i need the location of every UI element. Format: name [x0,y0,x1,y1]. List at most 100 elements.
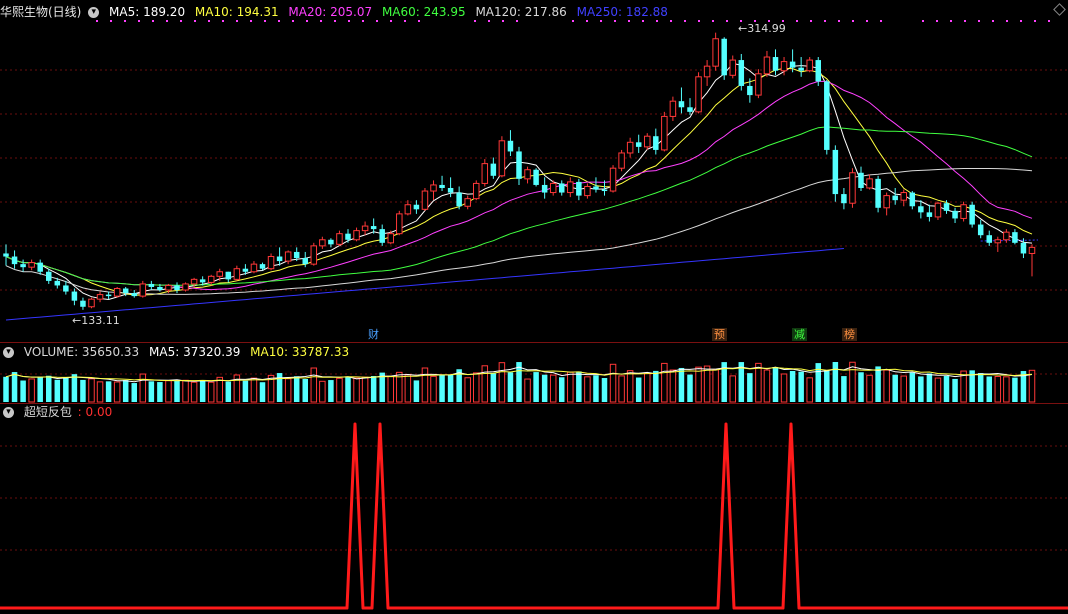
signal-dot [180,20,182,22]
signal-dot [390,20,392,22]
candle-body [1020,242,1027,254]
candle-body [567,181,574,194]
candle-body [789,61,796,68]
volume-label: VOLUME: 35650.33 [23,345,140,359]
signal-dot [124,20,126,22]
signal-dot [712,20,714,22]
candle-body [276,256,283,262]
price-panel-header: 华熙生物(日线) ▾ MA5: 189.20 MA10: 194.31 MA20… [0,4,674,20]
volume-bar [63,377,69,402]
signal-dot [628,20,630,22]
candle-body [88,298,95,308]
candle-body [721,38,727,76]
signal-dot [278,20,280,22]
candle-body [284,251,292,262]
volume-bar [549,374,557,403]
candle-body [122,288,129,294]
chevron-down-icon[interactable]: ▾ [3,347,14,358]
volume-bar [712,369,719,403]
signal-dot [656,20,658,22]
volume-bar [3,376,9,402]
event-tag-forecast[interactable]: 预 [712,328,727,341]
candle-body [626,141,634,154]
ma20-label: MA20: 205.07 [288,5,373,19]
signal-dot [1048,20,1050,22]
signal-dot [418,20,420,22]
candle-body [105,294,112,297]
indicator-name: 超短反包 [23,405,72,419]
candle-body [148,283,155,287]
volume-bar [302,378,308,402]
candle-body [678,101,685,108]
candle-body [473,182,480,200]
volume-bar [635,377,642,402]
volume-ma5-label: MA5: 37320.39 [149,345,241,359]
volume-bar [481,365,489,403]
chevron-down-icon[interactable]: ▾ [88,7,100,18]
event-tag-ranking[interactable]: 榜 [842,328,857,341]
candle-body [11,256,18,265]
signal-dot [404,20,406,22]
signal-dot [292,20,294,22]
volume-bar [755,362,762,403]
candle-body [80,300,86,307]
candle-body [310,245,318,265]
signal-dot [334,20,336,22]
signal-dot [306,20,308,22]
candle-body [293,251,300,259]
candle-body [875,178,881,208]
volume-bar [601,378,608,402]
candle-body [601,189,608,192]
candle-body [986,235,992,243]
signal-dot [572,20,574,22]
candle-body [190,278,198,285]
candle-body [738,60,745,86]
volume-bar [875,366,881,402]
candle-body [934,202,942,218]
indicator-value: : 0.00 [77,405,113,419]
signal-dot [208,20,210,22]
candle-body [131,293,137,297]
signal-dot [488,20,490,22]
volume-bar [421,367,429,403]
low-price-label: ←133.11 [72,314,120,327]
chevron-down-icon[interactable]: ▾ [3,407,14,418]
signal-dot [1006,20,1008,22]
signal-dot [642,20,644,22]
volume-bar [105,381,112,402]
high-price-label: ←314.99 [738,22,786,35]
candle-body [353,230,360,241]
volume-bar [567,371,574,403]
volume-bar [20,380,26,402]
volume-bar [447,374,454,402]
volume-bar [54,379,61,402]
signal-dot [964,20,966,22]
candle-body [729,59,736,76]
signal-dot [992,20,994,22]
volume-bar [524,378,531,403]
signal-dot [614,20,616,22]
signal-dot [880,20,882,22]
volume-bar [284,378,292,403]
signal-dot [950,20,952,22]
candle-body [1028,246,1036,254]
event-tag-reduce[interactable]: 减 [792,328,807,341]
candle-body [498,140,506,177]
volume-bar [918,376,924,402]
signal-dot [376,20,378,22]
candle-body [841,194,847,204]
volume-bar [80,379,86,402]
candle-body [216,271,223,277]
candle-body [96,294,104,300]
candle-body [113,287,121,297]
volume-bar [841,376,847,402]
signal-dot [670,20,672,22]
candle-body [242,268,249,272]
candle-body [259,264,266,269]
indicator-panel-header: ▾ 超短反包 : 0.00 [0,404,118,420]
candle-body [883,195,890,209]
volume-bar [934,377,942,403]
chart-canvas[interactable] [0,0,1068,614]
event-tag-finance[interactable]: 财 [366,328,381,341]
candle-body [832,149,839,195]
